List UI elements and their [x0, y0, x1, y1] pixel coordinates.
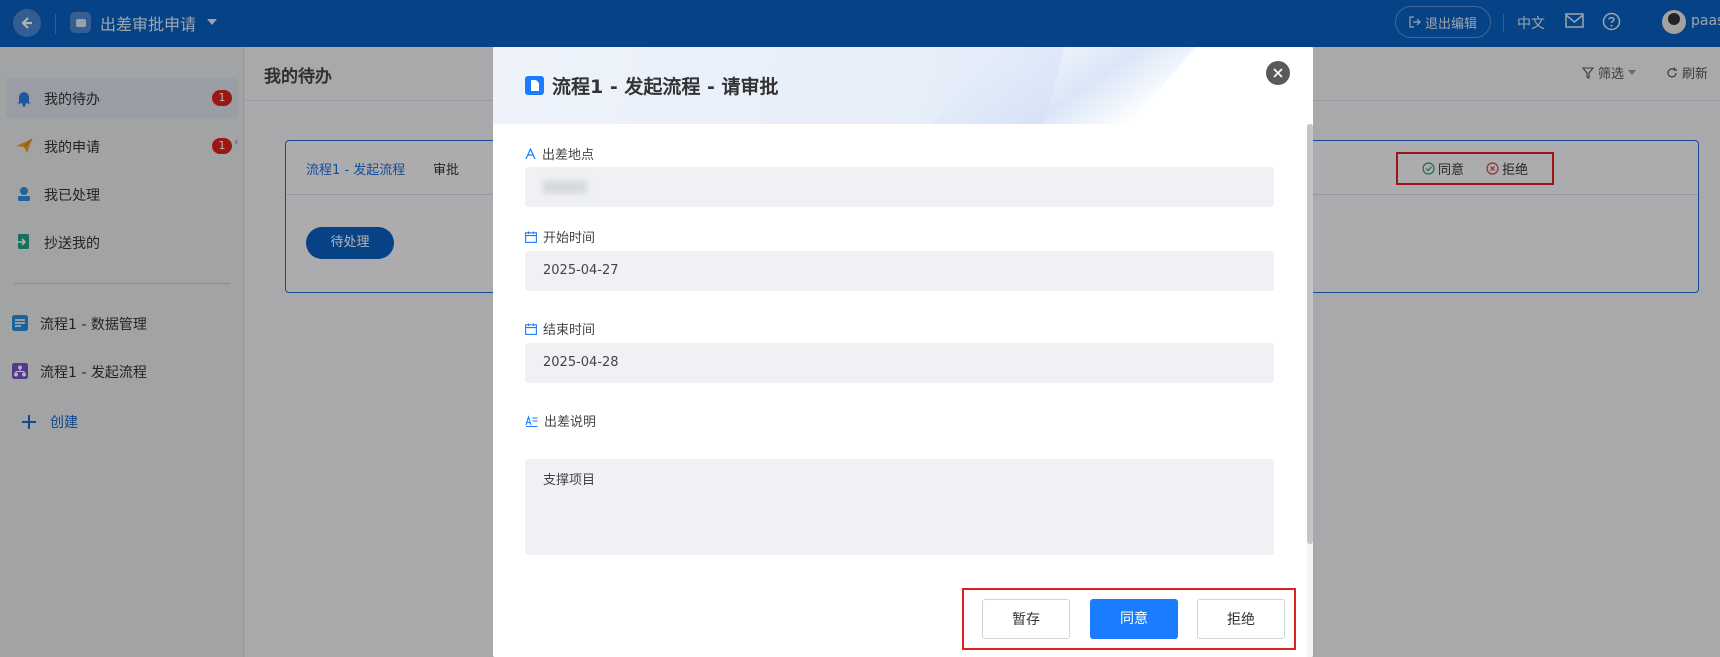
- paragraph-icon: [525, 414, 538, 427]
- end-time-label: 结束时间: [525, 319, 595, 338]
- text-field-icon: [525, 147, 536, 159]
- document-icon: [525, 76, 544, 95]
- close-button[interactable]: [1266, 61, 1290, 85]
- scrollbar[interactable]: [1307, 124, 1313, 657]
- scrollbar-thumb[interactable]: [1307, 124, 1313, 544]
- redacted-value: [543, 179, 587, 194]
- approval-dialog: 流程1 - 发起流程 - 请审批 出差地点 开始时间 2025-04-27 结束…: [493, 47, 1313, 657]
- location-field[interactable]: [525, 167, 1274, 207]
- end-date-field[interactable]: 2025-04-28: [525, 343, 1274, 383]
- start-date-field[interactable]: 2025-04-27: [525, 251, 1274, 291]
- reject-button[interactable]: 拒绝: [1197, 599, 1285, 639]
- dialog-title-text: 流程1 - 发起流程 - 请审批: [552, 76, 779, 98]
- location-label: 出差地点: [525, 144, 594, 163]
- agree-button[interactable]: 同意: [1090, 599, 1178, 639]
- save-draft-button[interactable]: 暂存: [982, 599, 1070, 639]
- calendar-icon: [525, 323, 537, 335]
- start-time-label: 开始时间: [525, 227, 595, 246]
- description-label: 出差说明: [525, 411, 596, 430]
- calendar-icon: [525, 231, 537, 243]
- description-textarea[interactable]: 支撑项目: [525, 459, 1274, 555]
- close-icon: [1273, 68, 1283, 78]
- dialog-title: 流程1 - 发起流程 - 请审批: [525, 72, 778, 99]
